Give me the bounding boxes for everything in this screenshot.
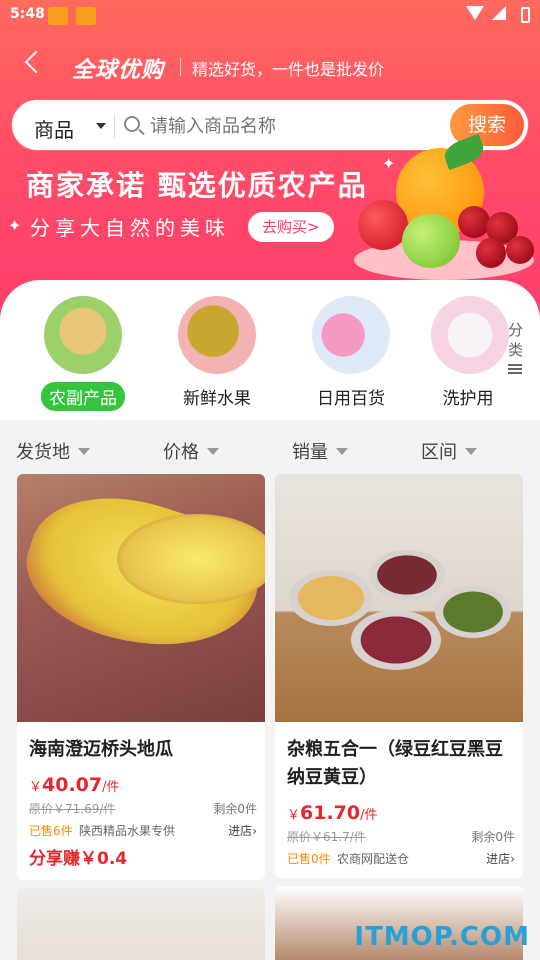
category-item-care[interactable]: 洗护用 xyxy=(430,296,510,411)
product-card[interactable] xyxy=(17,888,265,960)
category-item-daily[interactable]: 日用百货 xyxy=(296,296,406,411)
search-category-select[interactable]: 商品 xyxy=(34,114,74,143)
sparkle-icon: ✦ xyxy=(8,216,22,235)
chevron-down-icon xyxy=(336,447,348,455)
detergent-image xyxy=(312,296,390,374)
back-arrow-icon[interactable] xyxy=(24,50,48,74)
notification-icon xyxy=(76,7,96,25)
sweet-potato-image xyxy=(17,474,265,722)
grain-image xyxy=(44,296,122,374)
chevron-down-icon xyxy=(465,447,477,455)
cherry-image xyxy=(506,236,534,264)
enter-shop-link[interactable]: 进店› xyxy=(228,822,257,839)
notification-icon xyxy=(48,7,68,25)
filter-origin[interactable]: 发货地 xyxy=(16,438,90,464)
product-card[interactable]: 海南澄迈桥头地瓜 ￥40.07/件 原价￥71.69/件 剩余0件 已售6件 陕… xyxy=(17,474,265,880)
apple-image xyxy=(358,200,408,250)
chevron-down-icon xyxy=(78,447,90,455)
search-icon xyxy=(124,116,140,132)
chevron-down-icon[interactable] xyxy=(96,123,106,129)
product-name: 杂粮五合一（绿豆红豆黑豆纳豆黄豆） xyxy=(287,739,503,788)
filter-label: 发货地 xyxy=(16,442,70,463)
enter-shop-link[interactable]: 进店› xyxy=(486,850,515,867)
original-price: 原价￥61.7/件 xyxy=(287,830,366,844)
watermark-logo: ITMOP.COM xyxy=(354,922,530,952)
category-strip: 农副产品 新鲜水果 日用百货 洗护用 分类 xyxy=(0,280,540,420)
filter-range[interactable]: 区间 xyxy=(421,438,477,464)
search-input[interactable] xyxy=(150,112,440,140)
filter-label: 销量 xyxy=(292,442,328,463)
status-time: 5:48 xyxy=(10,6,45,22)
search-bar: 商品 搜索 xyxy=(12,100,528,150)
status-bar: 5:48 xyxy=(0,0,540,32)
original-price: 原价￥71.69/件 xyxy=(29,802,116,816)
title-divider xyxy=(180,58,181,76)
category-more-button[interactable]: 分类 xyxy=(508,320,526,366)
category-item-fruit[interactable]: 新鲜水果 xyxy=(162,296,272,411)
wifi-icon xyxy=(466,6,484,20)
product-name: 海南澄迈桥头地瓜 xyxy=(29,739,173,760)
green-apple-image xyxy=(402,214,460,268)
sold-count: 已售6件 xyxy=(29,824,73,838)
page-title: 全球优购 xyxy=(72,58,165,83)
product-card[interactable]: 杂粮五合一（绿豆红豆黑豆纳豆黄豆） ￥61.70/件 原价￥61.7/件 剩余0… xyxy=(275,474,523,878)
durian-image xyxy=(178,296,256,374)
product-price: ￥40.07/件 xyxy=(29,774,120,796)
banner-tagline: 分享大自然的美味 xyxy=(30,216,230,240)
sold-count: 已售0件 xyxy=(287,852,331,866)
category-label: 新鲜水果 xyxy=(183,389,251,409)
category-label: 洗护用 xyxy=(442,389,494,409)
filter-label: 区间 xyxy=(421,442,457,463)
header-banner: 5:48 全球优购 精选好货，一件也是批发价 商品 搜索 商家承诺 甄选优质农产… xyxy=(0,0,540,320)
remaining-stock: 剩余0件 xyxy=(213,802,257,816)
filter-label: 价格 xyxy=(163,442,199,463)
product-image xyxy=(17,888,265,960)
page-subtitle: 精选好货，一件也是批发价 xyxy=(192,60,385,79)
filter-bar: 发货地 价格 销量 区间 xyxy=(0,428,540,470)
tissue-image xyxy=(431,296,509,374)
category-item-agri[interactable]: 农副产品 xyxy=(28,296,138,411)
category-label: 农副产品 xyxy=(41,382,125,411)
product-price: ￥61.70/件 xyxy=(287,802,378,824)
category-more-label: 分类 xyxy=(508,321,524,359)
signal-icon xyxy=(492,6,506,20)
cherry-image xyxy=(476,238,506,268)
filter-price[interactable]: 价格 xyxy=(163,438,219,464)
share-earn-label[interactable]: 分享赚￥0.4 xyxy=(29,844,127,869)
shop-name: 陕西精品水果专供 xyxy=(79,824,176,838)
system-icons xyxy=(466,6,506,20)
search-divider xyxy=(114,114,115,138)
banner-buy-button[interactable]: 去购买> xyxy=(248,212,334,242)
nav-bar: 全球优购 精选好货，一件也是批发价 xyxy=(0,48,540,88)
cherry-image xyxy=(458,206,490,238)
filter-sales[interactable]: 销量 xyxy=(292,438,348,464)
shop-name: 农商网配送仓 xyxy=(337,852,410,866)
menu-icon xyxy=(508,364,522,366)
battery-icon xyxy=(521,7,530,23)
chevron-down-icon xyxy=(207,447,219,455)
remaining-stock: 剩余0件 xyxy=(471,830,515,844)
banner-headline: 商家承诺 甄选优质农产品 xyxy=(26,169,368,202)
beans-image xyxy=(275,474,523,722)
category-label: 日用百货 xyxy=(317,389,385,409)
sparkle-icon: ✦ xyxy=(382,154,396,173)
